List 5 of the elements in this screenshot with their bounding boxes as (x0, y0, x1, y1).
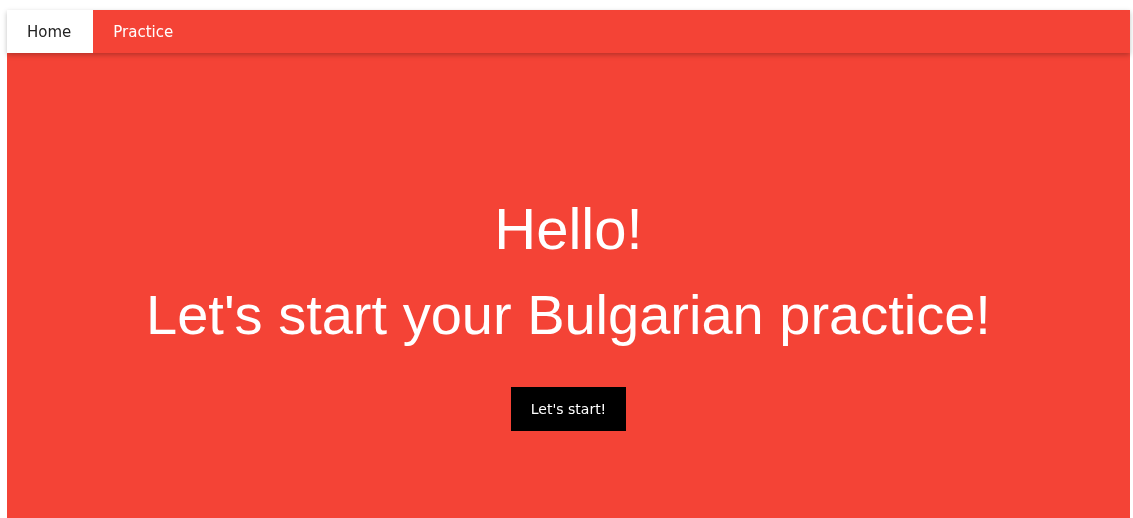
nav-tab[interactable]: Home (7, 10, 94, 53)
hero-subtitle: Let's start your Bulgarian practice! (146, 282, 991, 348)
start-button[interactable]: Let's start! (510, 387, 627, 431)
nav-tab[interactable]: Practice (93, 10, 196, 53)
hero-title: Hello! (494, 195, 643, 263)
